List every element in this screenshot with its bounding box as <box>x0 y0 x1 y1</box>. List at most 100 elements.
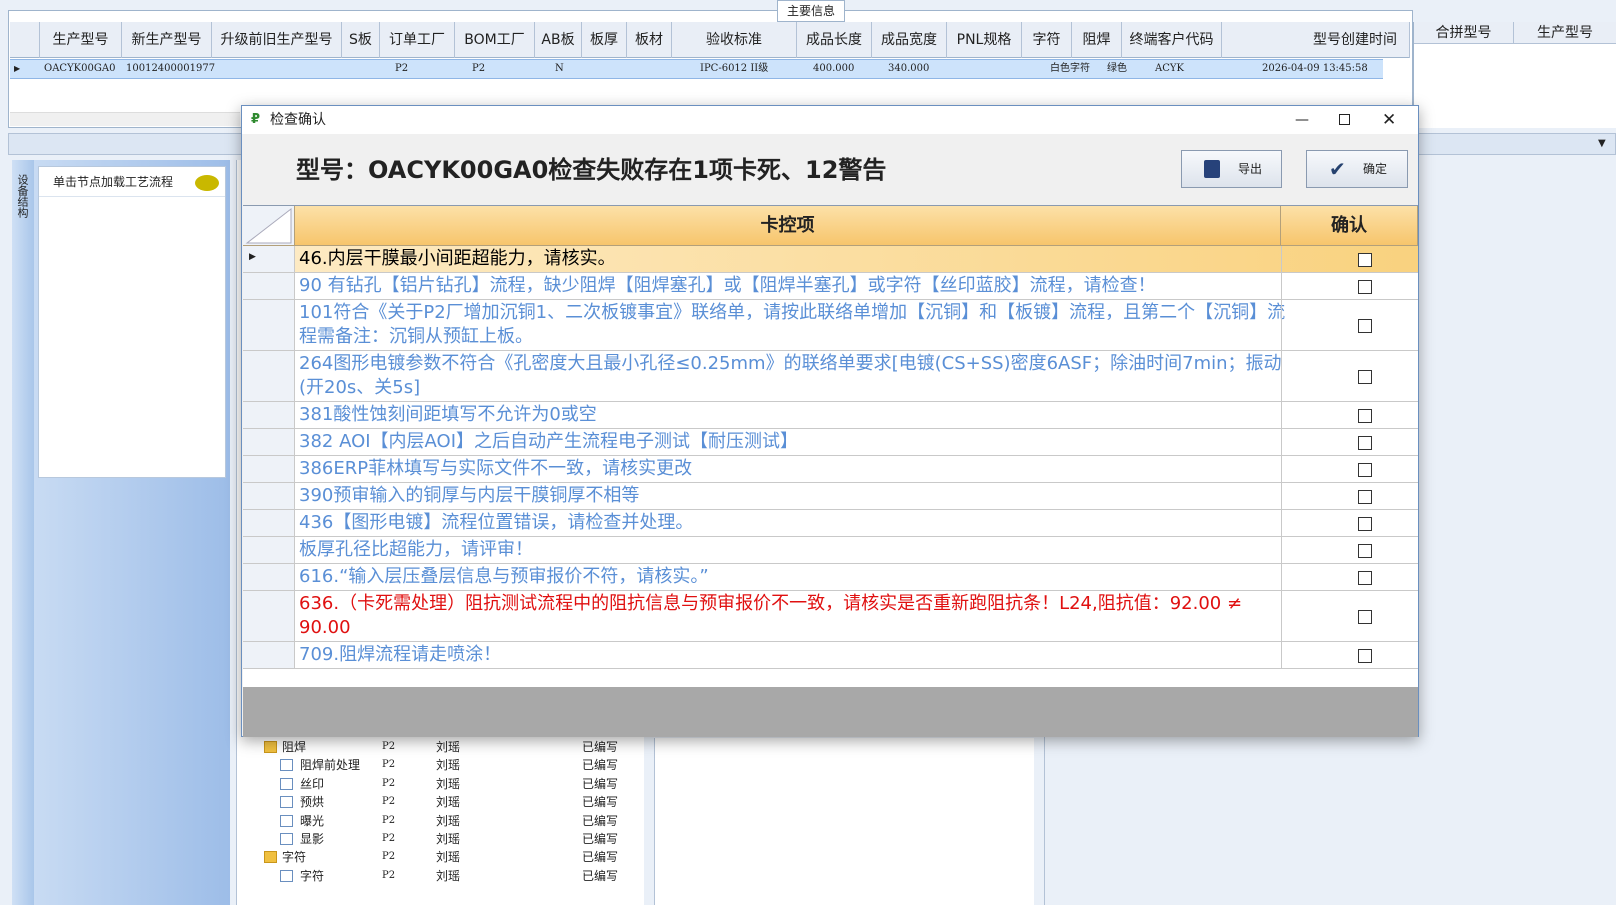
check-item-text: 381酸性蚀刻间距填写不允许为0或空 <box>299 404 597 425</box>
col-header[interactable]: 成品长度 <box>797 22 872 58</box>
confirm-checkbox[interactable] <box>1358 544 1372 558</box>
row-header[interactable] <box>243 456 295 482</box>
col-header[interactable]: 生产型号 <box>40 22 122 58</box>
tree-node-status: 已编写 <box>582 813 619 828</box>
table-row[interactable]: 90 有钻孔【铝片钻孔】流程，缺少阻焊【阻焊塞孔】或【阻焊半塞孔】或字符【丝印蓝… <box>243 273 1418 300</box>
table-row[interactable]: 264图形电镀参数不符合《孔密度大且最小孔径≤0.25mm》的联络单要求[电镀(… <box>243 351 1418 402</box>
side-tab[interactable]: 设备结构 <box>12 160 34 905</box>
col-header-confirm[interactable]: 确认 <box>1281 206 1418 246</box>
tree-row[interactable]: 曝光 P2 刘瑶 已编写 <box>248 812 640 830</box>
row-header[interactable] <box>243 510 295 536</box>
row-header[interactable] <box>243 564 295 590</box>
row-header[interactable] <box>243 591 295 641</box>
close-icon[interactable]: ✕ <box>1382 106 1396 134</box>
col-header[interactable]: 新生产型号 <box>122 22 212 58</box>
file-icon <box>280 814 293 827</box>
table-row[interactable]: 390预审输入的铜厚与内层干膜铜厚不相等 <box>243 483 1418 510</box>
confirm-checkbox[interactable] <box>1358 610 1372 624</box>
col-header[interactable]: PNL规格 <box>947 22 1022 58</box>
confirm-checkbox[interactable] <box>1358 490 1372 504</box>
tree-row[interactable]: 字符 P2 刘瑶 已编写 <box>248 867 640 885</box>
table-row[interactable]: 436【图形电镀】流程位置错误，请检查并处理。 <box>243 510 1418 537</box>
tree-row[interactable]: 阻焊前处理 P2 刘瑶 已编写 <box>248 756 640 774</box>
tree-node-status: 已编写 <box>582 850 619 865</box>
col-header[interactable]: 板材 <box>627 22 672 58</box>
check-item-text: 390预审输入的铜厚与内层干膜铜厚不相等 <box>299 485 640 506</box>
col-header[interactable]: AB板 <box>535 22 582 58</box>
confirm-checkbox[interactable] <box>1358 517 1372 531</box>
row-header[interactable] <box>243 642 295 668</box>
row-header[interactable] <box>243 351 295 401</box>
confirm-checkbox[interactable] <box>1358 409 1372 423</box>
table-row[interactable]: 386ERP菲林填写与实际文件不一致，请核实更改 <box>243 456 1418 483</box>
cell-created: 2026-04-09 13:45:58 <box>1262 63 1368 74</box>
confirm-button[interactable]: ✔ 确定 <box>1306 150 1408 188</box>
col-header[interactable]: 生产型号 <box>1514 22 1616 44</box>
cell-divider <box>1281 456 1282 482</box>
check-item-text: 436【图形电镀】流程位置错误，请检查并处理。 <box>299 512 694 533</box>
horizontal-scrollbar[interactable] <box>10 112 240 126</box>
col-header[interactable]: BOM工厂 <box>455 22 535 58</box>
table-row[interactable]: 636.（卡死需处理）阻抗测试流程中的阻抗信息与预审报价不一致，请核实是否重新跑… <box>243 591 1418 642</box>
tree-node-factory: P2 <box>382 741 396 752</box>
check-item-text: 264图形电镀参数不符合《孔密度大且最小孔径≤0.25mm》的联络单要求[电镀(… <box>299 353 1282 398</box>
col-header[interactable]: 合拼型号 <box>1414 22 1514 44</box>
export-button[interactable]: 导出 <box>1181 150 1282 188</box>
row-header[interactable] <box>243 483 295 509</box>
tree-node-status: 已编写 <box>582 832 619 846</box>
maximize-icon[interactable] <box>1339 114 1350 125</box>
table-row[interactable]: 616.“输入层压叠层信息与预审报价不符，请核实。” <box>243 564 1418 591</box>
row-header[interactable] <box>243 537 295 563</box>
tree-row[interactable]: 字符 P2 刘瑶 已编写 <box>248 848 640 866</box>
col-header[interactable]: 板厚 <box>582 22 627 58</box>
table-row[interactable]: 板厚孔径比超能力，请评审！ <box>243 537 1418 564</box>
grid-corner <box>10 22 40 58</box>
tree-row[interactable]: 预烘 P2 刘瑶 已编写 <box>248 793 640 811</box>
table-row[interactable]: 101符合《关于P2厂增加沉铜1、二次板镀事宜》联络单，请按此联络单增加【沉铜】… <box>243 300 1418 351</box>
col-header[interactable]: S板 <box>342 22 380 58</box>
col-header[interactable]: 字符 <box>1022 22 1072 58</box>
confirm-checkbox[interactable] <box>1358 319 1372 333</box>
folder-icon <box>264 741 277 753</box>
check-grid: 卡控项 确认 ▶ 46.内层干膜最小间距超能力，请核实。 90 有钻孔【铝片钻孔】流… <box>243 205 1418 687</box>
row-header[interactable] <box>243 300 295 350</box>
col-header[interactable]: 阻焊 <box>1072 22 1122 58</box>
col-header[interactable]: 验收标准 <box>672 22 797 58</box>
col-header[interactable]: 成品宽度 <box>872 22 947 58</box>
col-header-item[interactable]: 卡控项 <box>295 206 1281 246</box>
confirm-checkbox[interactable] <box>1358 649 1372 663</box>
confirm-checkbox[interactable] <box>1358 280 1372 294</box>
minimize-icon[interactable]: — <box>1295 106 1309 134</box>
grid-corner[interactable] <box>243 206 295 246</box>
tree-node-name: 阻焊前处理 <box>300 758 361 773</box>
row-header[interactable] <box>243 273 295 299</box>
confirm-checkbox[interactable] <box>1358 436 1372 450</box>
table-row[interactable]: 709.阻焊流程请走喷涂！ <box>243 642 1418 669</box>
row-header[interactable] <box>243 429 295 455</box>
table-row[interactable]: ▶ OACYK00GA0 10012400001977 P2 P2 N IPC-… <box>10 59 1383 79</box>
chevron-down-icon[interactable]: ▼ <box>1598 138 1606 149</box>
table-row[interactable]: ▶ 46.内层干膜最小间距超能力，请核实。 <box>243 246 1418 273</box>
cell-char: 白色字符 <box>1050 63 1090 74</box>
cell-divider <box>1281 402 1282 428</box>
table-row[interactable]: 381酸性蚀刻间距填写不允许为0或空 <box>243 402 1418 429</box>
row-header[interactable]: ▶ <box>243 246 295 272</box>
table-row[interactable]: 382 AOI【内层AOI】之后自动产生流程电子测试【耐压测试】 <box>243 429 1418 456</box>
col-header[interactable]: 型号创建时间 <box>1222 22 1410 58</box>
tree-node-name: 曝光 <box>300 813 325 828</box>
confirm-checkbox[interactable] <box>1358 571 1372 585</box>
confirm-checkbox[interactable] <box>1358 253 1372 267</box>
confirm-checkbox[interactable] <box>1358 463 1372 477</box>
cell-solder: 绿色 <box>1107 63 1127 74</box>
tree-row[interactable]: 显影 P2 刘瑶 已编写 <box>248 830 640 848</box>
row-header[interactable] <box>243 402 295 428</box>
side-tab-label: 设备结构 <box>16 174 29 218</box>
col-header[interactable]: 终端客户代码 <box>1122 22 1222 58</box>
tree-node-user: 刘瑶 <box>436 850 461 865</box>
confirm-checkbox[interactable] <box>1358 370 1372 384</box>
tree-row[interactable]: 阻焊 P2 刘瑶 已编写 <box>248 738 640 756</box>
check-icon: ✔ <box>1329 157 1346 181</box>
col-header[interactable]: 升级前旧生产型号 <box>212 22 342 58</box>
tree-row[interactable]: 丝印 P2 刘瑶 已编写 <box>248 775 640 793</box>
col-header[interactable]: 订单工厂 <box>380 22 455 58</box>
